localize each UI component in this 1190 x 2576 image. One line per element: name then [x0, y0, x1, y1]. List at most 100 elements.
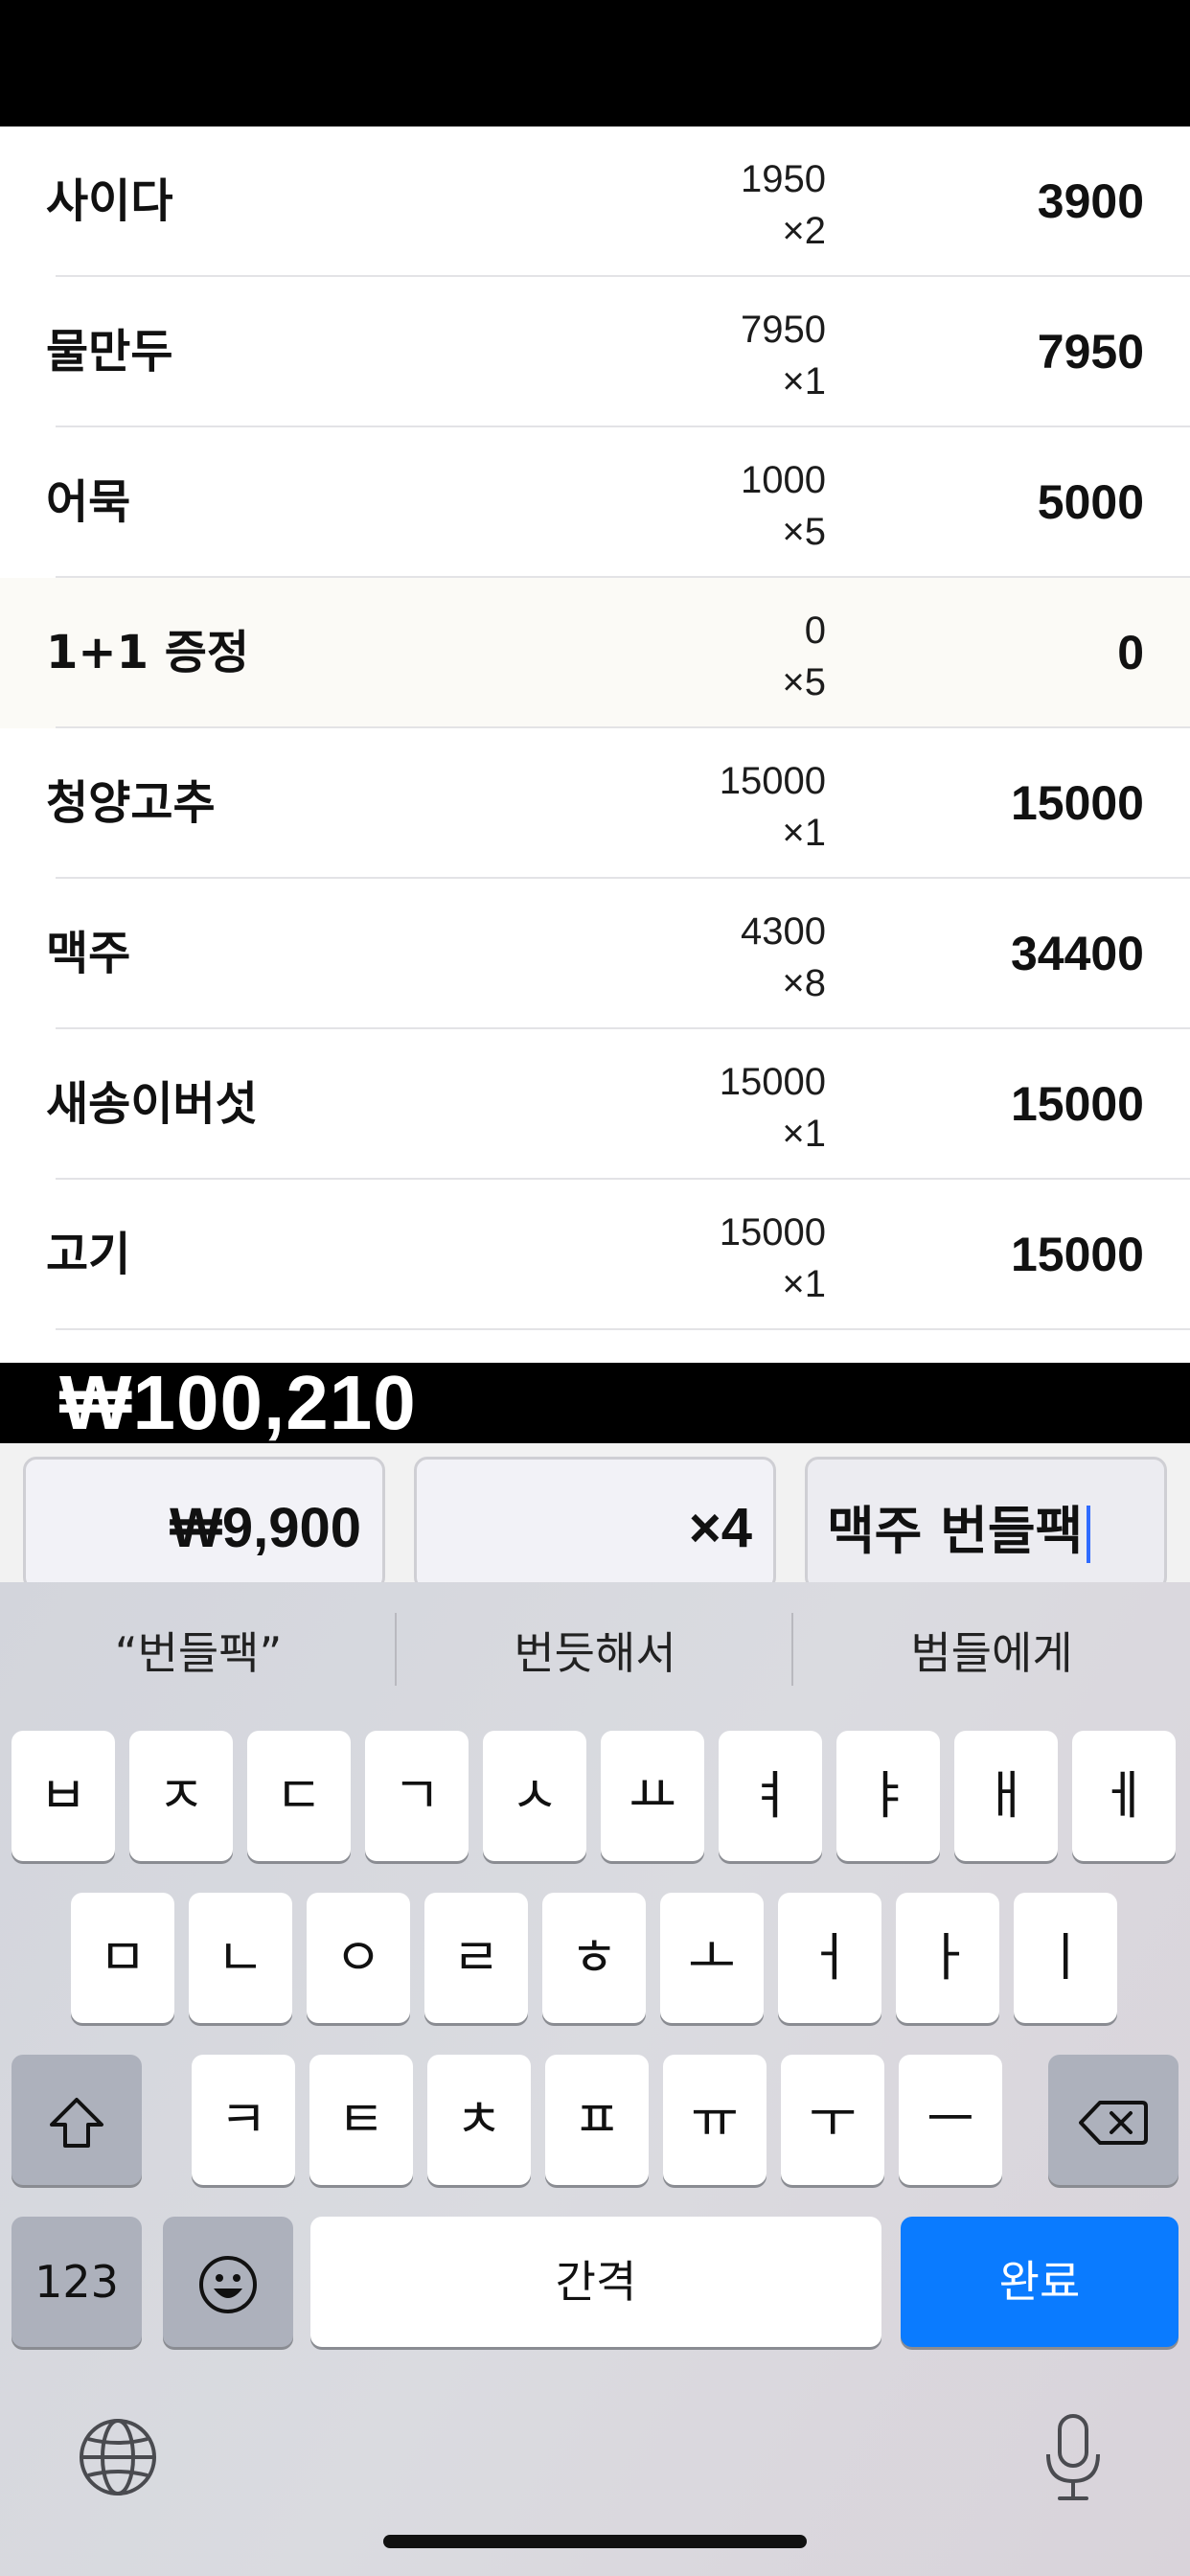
item-name: 어묵 — [46, 475, 131, 529]
item-qty: ×1 — [782, 360, 826, 402]
suggestion-bar: “번들팩” 번듯해서 범들에게 — [0, 1582, 1190, 1724]
globe-button[interactable] — [77, 2416, 159, 2498]
list-item[interactable]: 사이다 1950 ×2 3900 — [0, 126, 1190, 277]
key[interactable]: ㅂ — [11, 1731, 115, 1861]
space-key[interactable]: 간격 — [310, 2217, 881, 2347]
key[interactable]: ㅛ — [601, 1731, 704, 1861]
list-item-highlighted[interactable]: 1+1 증정 0 ×5 0 — [0, 578, 1190, 728]
item-unit-price: 15000 — [719, 760, 826, 802]
backspace-icon — [1079, 2101, 1148, 2146]
key[interactable]: ㅇ — [307, 1893, 410, 2023]
item-name-input[interactable]: 맥주 번들팩 — [805, 1457, 1167, 1591]
item-total: 5000 — [1037, 475, 1144, 529]
quantity-input[interactable]: ×4 — [414, 1457, 776, 1591]
item-total: 0 — [1117, 626, 1144, 679]
item-unit-qty: 0 ×5 — [782, 605, 826, 708]
key[interactable]: ㅍ — [545, 2055, 649, 2185]
numbers-key[interactable]: 123 — [11, 2217, 142, 2347]
item-name-input-text: 맥주 번들팩 — [827, 1501, 1084, 1561]
item-unit-qty: 15000 ×1 — [720, 1056, 826, 1160]
list-item[interactable]: 어묵 1000 ×5 5000 — [0, 427, 1190, 578]
shift-icon — [50, 2098, 103, 2149]
item-qty: ×5 — [782, 511, 826, 553]
grand-total-bar: ₩100,210 — [0, 1363, 1190, 1443]
item-unit-price: 1950 — [741, 158, 826, 200]
microphone-icon — [1046, 2414, 1100, 2500]
globe-icon — [80, 2419, 156, 2496]
item-qty: ×2 — [782, 210, 826, 252]
price-input[interactable]: ₩9,900 — [23, 1457, 385, 1591]
text-caret — [1087, 1506, 1091, 1564]
item-name: 사이다 — [46, 174, 173, 228]
list-item[interactable]: 물만두 7950 ×1 7950 — [0, 277, 1190, 427]
suggestion-1[interactable]: “번들팩” — [0, 1582, 397, 1724]
key[interactable]: ㅗ — [660, 1893, 764, 2023]
key[interactable]: ㅔ — [1072, 1731, 1176, 1861]
item-qty: ×1 — [782, 1113, 826, 1155]
list-item[interactable]: 새송이버섯 15000 ×1 15000 — [0, 1029, 1190, 1180]
key[interactable]: ㅓ — [778, 1893, 881, 2023]
shift-key[interactable] — [11, 2055, 142, 2185]
list-item[interactable]: 청양고추 15000 ×1 15000 — [0, 728, 1190, 879]
item-unit-price: 15000 — [719, 1211, 826, 1254]
item-unit-qty: 15000 ×1 — [720, 755, 826, 859]
list-item[interactable]: 고기 15000 ×1 15000 — [0, 1180, 1190, 1330]
key[interactable]: ㅑ — [836, 1731, 940, 1861]
item-unit-qty: 15000 ×1 — [720, 1207, 826, 1310]
key[interactable]: ㄷ — [247, 1731, 351, 1861]
suggestion-2[interactable]: 번듯해서 — [397, 1582, 793, 1724]
entry-bar: ₩9,900 ×4 맥주 번들팩 — [0, 1443, 1190, 1591]
key[interactable]: ㅈ — [129, 1731, 233, 1861]
item-total: 3900 — [1037, 174, 1144, 228]
key[interactable]: ㅎ — [542, 1893, 646, 2023]
key[interactable]: ㅣ — [1014, 1893, 1117, 2023]
item-unit-price: 7950 — [741, 309, 826, 351]
item-list[interactable]: 사이다 1950 ×2 3900 물만두 7950 ×1 7950 어묵 1000 ×… — [0, 126, 1190, 1363]
item-unit-qty: 1950 ×2 — [741, 153, 826, 257]
key[interactable]: ㅁ — [71, 1893, 174, 2023]
item-unit-qty: 1000 ×5 — [741, 454, 826, 558]
key[interactable]: ㅌ — [309, 2055, 413, 2185]
microphone-button[interactable] — [1042, 2412, 1104, 2504]
item-name: 청양고추 — [46, 776, 216, 830]
item-unit-price: 0 — [804, 610, 826, 652]
grand-total: ₩100,210 — [59, 1360, 417, 1445]
key[interactable]: ㄱ — [365, 1731, 469, 1861]
item-qty: ×5 — [782, 661, 826, 703]
key[interactable]: ㄴ — [189, 1893, 292, 2023]
done-key[interactable]: 완료 — [901, 2217, 1179, 2347]
key[interactable]: ㅕ — [719, 1731, 822, 1861]
item-qty: ×1 — [782, 1263, 826, 1305]
keyboard: “번들팩” 번듯해서 범들에게 ㅂ ㅈ ㄷ ㄱ ㅅ ㅛ ㅕ ㅑ ㅐ ㅔ ㅁ ㄴ … — [0, 1582, 1190, 2576]
item-name: 1+1 증정 — [46, 626, 250, 679]
backspace-key[interactable] — [1048, 2055, 1179, 2185]
key[interactable]: ㅜ — [781, 2055, 884, 2185]
key[interactable]: ㅐ — [954, 1731, 1058, 1861]
home-indicator — [383, 2535, 807, 2548]
item-name: 새송이버섯 — [46, 1077, 258, 1131]
emoji-icon — [199, 2256, 257, 2314]
item-unit-qty: 7950 ×1 — [741, 304, 826, 407]
item-qty: ×1 — [782, 812, 826, 854]
item-total: 15000 — [1010, 776, 1144, 830]
suggestion-3[interactable]: 범들에게 — [793, 1582, 1190, 1724]
item-name: 맥주 — [46, 927, 131, 980]
key[interactable]: ㅋ — [192, 2055, 295, 2185]
emoji-key[interactable] — [163, 2217, 293, 2347]
item-unit-price: 1000 — [741, 459, 826, 501]
item-total: 15000 — [1010, 1228, 1144, 1281]
key[interactable]: ㄹ — [424, 1893, 528, 2023]
item-qty: ×8 — [782, 962, 826, 1004]
item-total: 15000 — [1010, 1077, 1144, 1131]
item-total: 7950 — [1037, 325, 1144, 379]
key[interactable]: ㅊ — [427, 2055, 531, 2185]
item-unit-price: 15000 — [719, 1061, 826, 1103]
key[interactable]: ㅅ — [483, 1731, 586, 1861]
item-name: 물만두 — [46, 325, 173, 379]
item-total: 34400 — [1010, 927, 1144, 980]
list-item[interactable]: 맥주 4300 ×8 34400 — [0, 879, 1190, 1029]
key[interactable]: ㅏ — [896, 1893, 999, 2023]
item-name: 고기 — [46, 1228, 131, 1281]
key[interactable]: ㅠ — [663, 2055, 767, 2185]
key[interactable]: ㅡ — [899, 2055, 1002, 2185]
